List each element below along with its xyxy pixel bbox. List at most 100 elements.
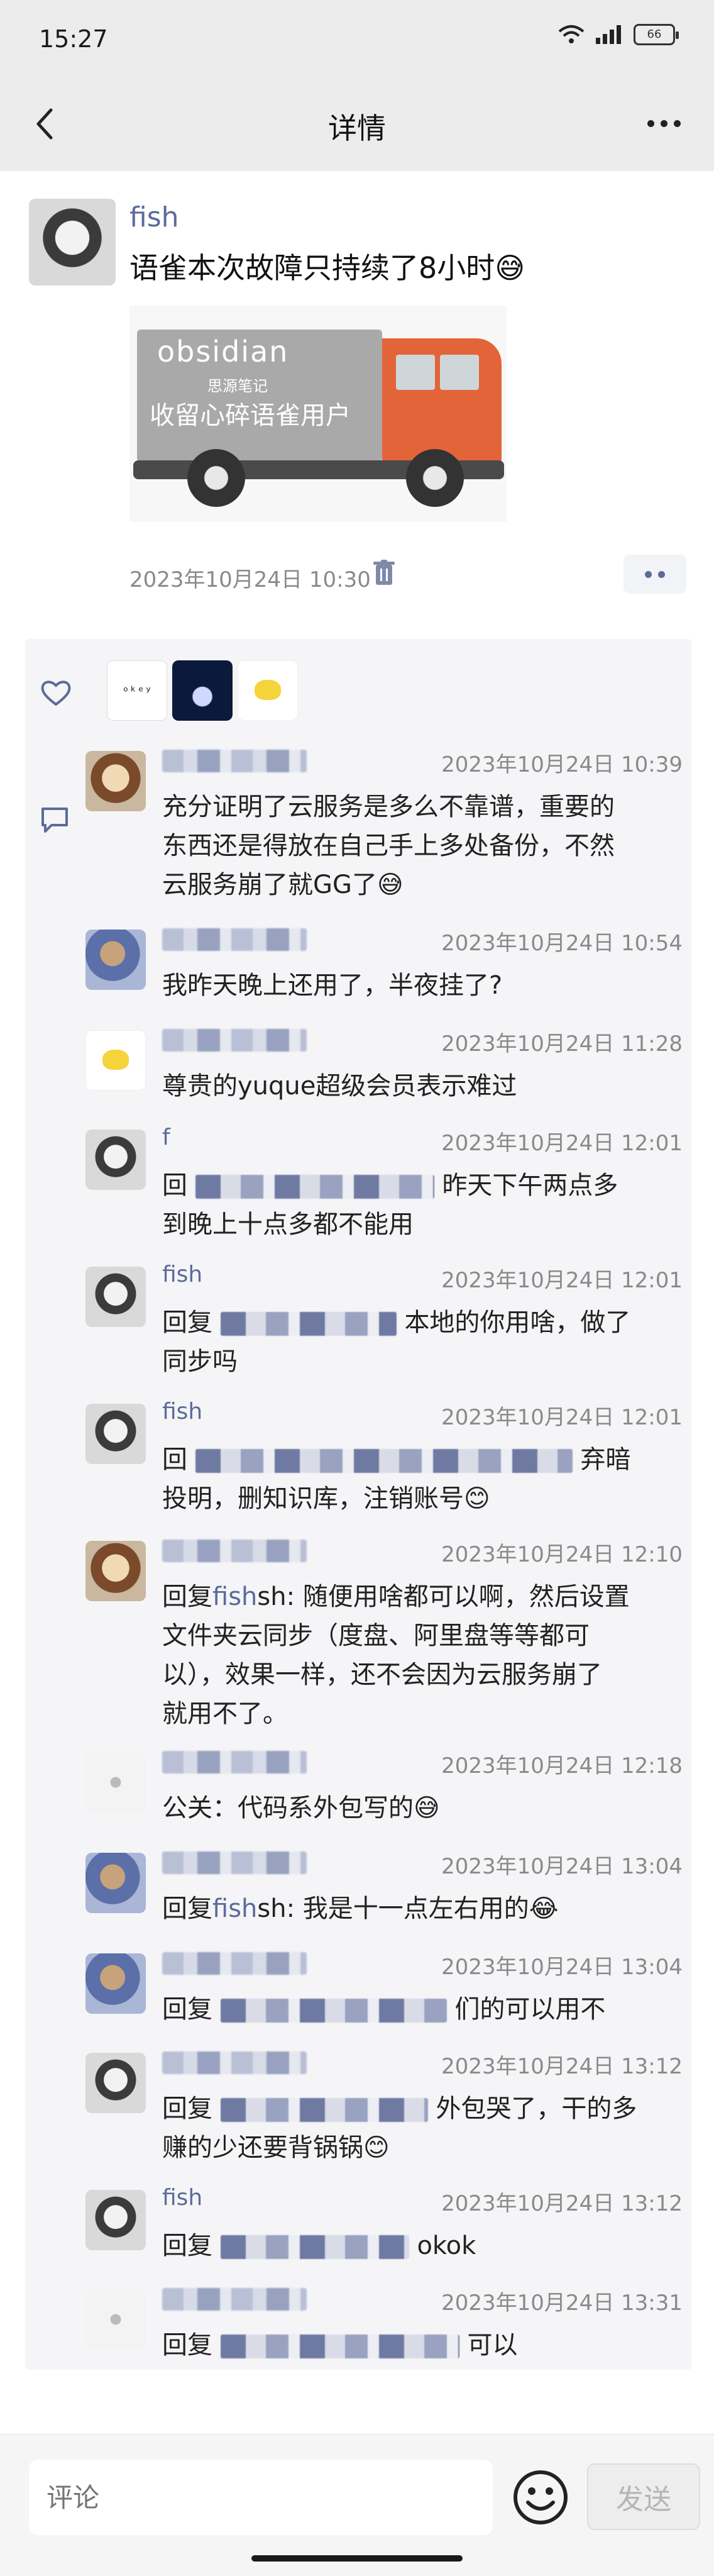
comment-text: 回复 外包哭了，干的多 赚的少还要背锅锅😊 xyxy=(162,2094,637,2162)
comment-avatar[interactable] xyxy=(85,2053,146,2113)
comment-avatar[interactable] xyxy=(85,1130,146,1190)
image-subtitle: 思源笔记 xyxy=(207,377,268,395)
comment-item[interactable]: 2023年10月24日 13:04 回复 们的可以用不 xyxy=(85,1948,683,2030)
comment-time: 2023年10月24日 11:28 xyxy=(441,1031,683,1057)
comment-item[interactable]: 2023年10月24日 10:54 我昨天晚上还用了，半夜挂了? xyxy=(85,924,683,1006)
heart-icon xyxy=(41,680,71,706)
comment-author-blurred xyxy=(162,2051,307,2074)
comment-text: 我昨天晚上还用了，半夜挂了? xyxy=(162,971,503,1000)
comment-item[interactable]: f 2023年10月24日 12:01 回 昨天下午两点多 到晚上十点多都不能用 xyxy=(85,1124,683,1244)
comment-time: 2023年10月24日 13:04 xyxy=(441,1854,683,1879)
trash-icon[interactable] xyxy=(373,560,395,586)
comment-item[interactable]: 2023年10月24日 13:31 回复 可以 xyxy=(85,2284,683,2366)
comment-text: 回复 okok xyxy=(162,2231,476,2260)
redacted-name xyxy=(220,2098,428,2122)
comment-avatar[interactable] xyxy=(85,2190,146,2250)
mention-link[interactable]: fish xyxy=(212,1894,257,1923)
signal-icon xyxy=(596,25,621,44)
comment-item[interactable]: fish 2023年10月24日 12:01 回 弃暗 投明，删知识库，注销账号… xyxy=(85,1399,683,1518)
post-action-button[interactable] xyxy=(623,555,686,594)
post-timestamp: 2023年10月24日 10:30 xyxy=(129,567,371,592)
comment-time: 2023年10月24日 12:01 xyxy=(441,1268,683,1293)
comment-item[interactable]: 2023年10月24日 13:04 回复fishsh: 我是十一点左右用的😂 xyxy=(85,1848,683,1929)
comment-item[interactable]: 2023年10月24日 11:28 尊贵的yuque超级会员表示难过 xyxy=(85,1025,683,1107)
comment-text: 回 昨天下午两点多 到晚上十点多都不能用 xyxy=(162,1171,618,1239)
comment-avatar[interactable] xyxy=(85,1541,146,1601)
comment-avatar[interactable] xyxy=(85,751,146,811)
comment-author-blurred xyxy=(162,1540,307,1562)
like-avatar[interactable] xyxy=(238,660,298,721)
comment-author[interactable]: fish xyxy=(162,2185,202,2212)
status-icons: 66 xyxy=(558,24,679,45)
comment-avatar[interactable] xyxy=(85,1953,146,2014)
comment-time: 2023年10月24日 12:01 xyxy=(441,1405,683,1430)
comment-time: 2023年10月24日 12:18 xyxy=(441,1753,683,1779)
comment-time: 2023年10月24日 10:39 xyxy=(441,752,683,777)
status-bar: 15:27 66 xyxy=(0,0,714,75)
comment-time: 2023年10月24日 10:54 xyxy=(441,931,683,956)
comment-author[interactable]: fish xyxy=(162,1262,202,1289)
image-slogan: 收留心碎语雀用户 xyxy=(150,401,351,430)
comment-author-blurred xyxy=(162,1029,307,1052)
like-avatar[interactable] xyxy=(172,660,233,721)
comment-item[interactable]: 2023年10月24日 12:10 回复fishsh: 随便用啥都可以啊，然后设… xyxy=(85,1536,683,1737)
redacted-name xyxy=(220,1312,397,1336)
comment-item[interactable]: fish 2023年10月24日 13:12 回复 okok xyxy=(85,2185,683,2267)
comment-author-blurred xyxy=(162,1852,307,1874)
comment-author-blurred xyxy=(162,1751,307,1774)
home-indicator xyxy=(251,2555,463,2562)
wheel xyxy=(406,449,464,507)
redacted-name xyxy=(220,2235,409,2259)
comment-time: 2023年10月24日 13:04 xyxy=(441,1955,683,1980)
comment-avatar[interactable] xyxy=(85,2289,146,2350)
wifi-icon xyxy=(558,25,585,43)
like-avatar[interactable]: ᵒᵏᵉʸ xyxy=(107,660,167,721)
comment-time: 2023年10月24日 13:31 xyxy=(441,2290,683,2316)
post-avatar[interactable] xyxy=(29,199,116,286)
comment-item[interactable]: 2023年10月24日 12:18 公关：代码系外包写的😅 xyxy=(85,1747,683,1829)
mention-link[interactable]: fish xyxy=(212,1582,257,1611)
comment-avatar[interactable] xyxy=(85,1267,146,1327)
interaction-panel: ᵒᵏᵉʸ 2023年10月24日 10:39 充分证明了云服务是多么不靠谱，重要… xyxy=(25,639,691,2370)
emoji-icon[interactable] xyxy=(510,2467,571,2528)
wheel xyxy=(187,449,245,507)
comment-item[interactable]: 2023年10月24日 13:12 回复 外包哭了，干的多 赚的少还要背锅锅😊 xyxy=(85,2048,683,2167)
comment-item[interactable]: fish 2023年10月24日 12:01 回复 本地的你用啥，做了 同步吗 xyxy=(85,1262,683,1381)
comment-icon xyxy=(41,808,68,833)
comment-author-blurred xyxy=(162,1952,307,1975)
status-time: 15:27 xyxy=(39,25,108,53)
comment-author-blurred xyxy=(162,750,307,772)
comment-avatar[interactable] xyxy=(85,930,146,990)
like-row: ᵒᵏᵉʸ xyxy=(40,660,669,723)
comment-text: 回复fishsh: 随便用啥都可以啊，然后设置 文件夹云同步（度盘、阿里盘等等都… xyxy=(162,1582,630,1728)
redacted-name xyxy=(220,2334,459,2358)
image-title: obsidian xyxy=(157,335,289,369)
comment-author-blurred xyxy=(162,2288,307,2311)
comment-author-blurred xyxy=(162,928,307,951)
post-author[interactable]: fish xyxy=(129,201,179,233)
comment-avatar[interactable] xyxy=(85,1030,146,1091)
page-title: 详情 xyxy=(328,111,386,145)
comment-avatar[interactable] xyxy=(85,1404,146,1464)
post-text: 语雀本次故障只持续了8小时😅 xyxy=(129,251,525,285)
comment-text: 回复 们的可以用不 xyxy=(162,1995,606,2024)
comment-text: 回复fishsh: 我是十一点左右用的😂 xyxy=(162,1894,559,1923)
comment-text: 回 弃暗 投明，删知识库，注销账号😊 xyxy=(162,1445,631,1513)
more-icon xyxy=(647,119,654,127)
comment-time: 2023年10月24日 13:12 xyxy=(441,2191,683,2216)
redacted-name xyxy=(195,1175,434,1199)
comment-item[interactable]: 2023年10月24日 10:39 充分证明了云服务是多么不靠谱，重要的 东西还… xyxy=(85,746,683,899)
comment-author[interactable]: fish xyxy=(162,1399,202,1426)
comment-input[interactable] xyxy=(29,2460,493,2535)
send-button[interactable]: 发送 xyxy=(587,2463,700,2530)
comment-text: 充分证明了云服务是多么不靠谱，重要的 东西还是得放在自己手上多处备份，不然 云服… xyxy=(162,792,615,899)
comment-avatar[interactable] xyxy=(85,1752,146,1813)
battery-icon: 66 xyxy=(634,24,679,45)
comment-author[interactable]: f xyxy=(162,1124,170,1152)
comment-bar: 发送 xyxy=(0,2434,714,2576)
comment-avatar[interactable] xyxy=(85,1853,146,1913)
comment-text: 回复 本地的你用啥，做了 同步吗 xyxy=(162,1308,631,1376)
post-image[interactable]: obsidian 思源笔记 收留心碎语雀用户 xyxy=(129,306,507,522)
more-button[interactable] xyxy=(639,104,689,142)
nav-bar: 详情 xyxy=(0,75,714,171)
